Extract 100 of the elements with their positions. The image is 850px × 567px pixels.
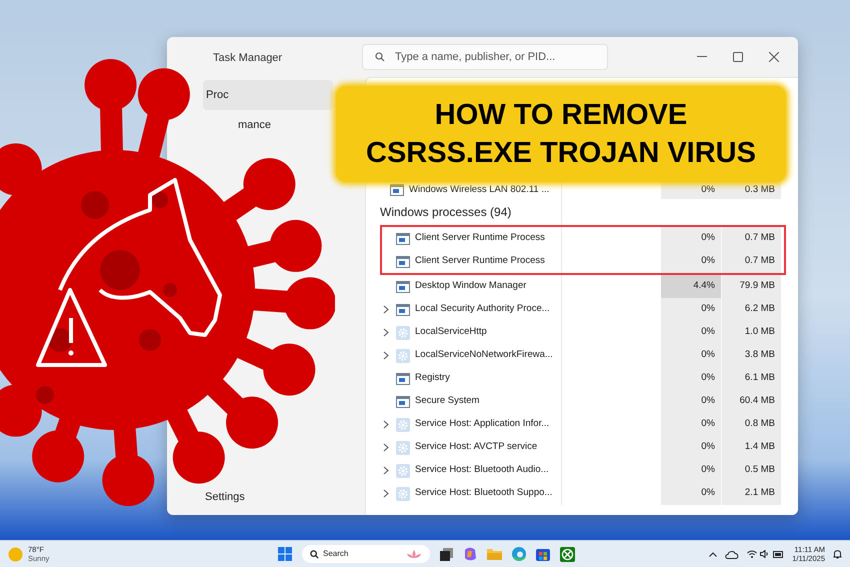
cpu-cell: 0%	[661, 181, 721, 199]
xbox-icon[interactable]	[560, 546, 575, 562]
battery-icon[interactable]	[773, 550, 784, 558]
process-name: Service Host: AVCTP service	[415, 440, 538, 454]
banner-heading: HOW TO REMOVE	[434, 98, 688, 133]
process-name: Secure System	[415, 394, 480, 408]
sidebar-item[interactable]: Proc	[203, 80, 333, 110]
process-row[interactable]: Registry 0% 6.1 MB	[366, 367, 798, 390]
chevron-right-icon[interactable]	[383, 328, 389, 337]
chevron-right-icon[interactable]	[383, 443, 389, 452]
window-app-icon	[396, 256, 410, 268]
cpu-cell: 4.4%	[661, 275, 721, 298]
cpu-cell: 0%	[661, 459, 721, 482]
process-row[interactable]: Client Server Runtime Process 0% 0.7 MB	[366, 250, 784, 273]
memory-cell: 0.7 MB	[721, 250, 781, 273]
process-row[interactable]: Service Host: Bluetooth Audio... 0% 0.5 MB	[366, 459, 798, 482]
process-row[interactable]: Secure System 0% 60.4 MB	[366, 390, 798, 413]
gear-icon	[396, 348, 410, 362]
minimize-icon	[697, 56, 707, 58]
taskbar-search-field[interactable]: Search	[302, 545, 430, 563]
process-row[interactable]: LocalServiceHttp 0% 1.0 MB	[366, 321, 798, 344]
window-title: Task Manager	[213, 52, 282, 64]
window-app-icon	[396, 280, 410, 292]
chevron-right-icon[interactable]	[383, 466, 389, 475]
process-name: Service Host: Bluetooth Audio...	[415, 463, 549, 478]
process-row[interactable]: Local Security Authority Proce... 0% 6.2 MB	[366, 298, 798, 321]
process-row[interactable]: Client Server Runtime Process 0% 0.7 MB	[366, 227, 784, 250]
search-label: Search	[323, 548, 350, 560]
window-app-icon	[396, 396, 410, 408]
lotus-icon	[406, 549, 422, 559]
search-icon	[310, 550, 319, 558]
window-app-icon	[396, 372, 410, 384]
bell-icon[interactable]	[833, 549, 842, 559]
windows-start-icon[interactable]	[278, 547, 292, 561]
window-app-icon	[396, 232, 410, 244]
search-field[interactable]: Type a name, publisher, or PID...	[362, 44, 608, 70]
process-name: Service Host: Application Infor...	[415, 417, 550, 432]
chevron-right-icon[interactable]	[383, 305, 389, 314]
search-icon	[375, 52, 385, 62]
process-name: Client Server Runtime Process	[415, 231, 545, 246]
store-icon[interactable]	[536, 547, 550, 561]
gear-icon	[396, 326, 410, 340]
banner-heading: CSRSS.EXE TROJAN VIRUS	[366, 136, 756, 171]
cpu-cell: 0%	[661, 482, 721, 505]
process-name: Client Server Runtime Process	[415, 254, 545, 268]
chevron-right-icon[interactable]	[383, 489, 389, 498]
process-name: LocalServiceNoNetworkFirewa...	[415, 348, 553, 362]
memory-cell: 1.4 MB	[721, 436, 781, 459]
cloud-icon[interactable]	[725, 550, 740, 558]
memory-cell: 6.2 MB	[721, 298, 781, 321]
process-name: Local Security Authority Proce...	[415, 302, 550, 316]
memory-cell: 1.0 MB	[721, 321, 781, 344]
cpu-cell: 0%	[661, 367, 721, 390]
speaker-icon[interactable]	[760, 550, 770, 558]
memory-cell: 60.4 MB	[721, 390, 781, 413]
cpu-cell: 0%	[661, 436, 721, 459]
settings-label[interactable]: Settings	[167, 488, 365, 515]
process-row[interactable]: Service Host: Bluetooth Suppo... 0% 2.1 MB	[366, 482, 798, 505]
copilot-icon[interactable]	[463, 547, 477, 561]
group-heading: Windows processes (94)	[380, 205, 512, 219]
process-name: Windows Wireless LAN 802.11 ...	[409, 182, 550, 197]
memory-cell: 3.8 MB	[721, 344, 781, 367]
window-app-icon	[396, 304, 410, 316]
cpu-cell: 0%	[661, 321, 721, 344]
close-icon	[769, 52, 779, 62]
cpu-cell: 0%	[661, 344, 721, 367]
cpu-cell: 0%	[661, 298, 721, 321]
gear-icon	[396, 486, 410, 500]
chevron-right-icon[interactable]	[383, 351, 389, 360]
process-row[interactable]: Desktop Window Manager 4.4% 79.9 MB	[366, 275, 798, 298]
chevron-up-icon[interactable]	[709, 552, 718, 556]
browser-icon[interactable]	[512, 547, 526, 561]
process-name: LocalServiceHttp	[415, 325, 487, 340]
chevron-right-icon[interactable]	[383, 420, 389, 429]
process-name: Desktop Window Manager	[415, 279, 526, 294]
gear-icon	[396, 418, 410, 432]
task-view-icon[interactable]	[440, 548, 453, 560]
memory-cell: 79.9 MB	[721, 275, 781, 298]
memory-cell: 0.7 MB	[721, 227, 781, 250]
process-name: Service Host: Bluetooth Suppo...	[415, 486, 552, 500]
process-name: Registry	[415, 371, 450, 386]
memory-cell: 0.3 MB	[721, 181, 781, 199]
sidebar-item[interactable]: mance	[235, 110, 333, 140]
memory-cell: 0.5 MB	[721, 459, 781, 482]
process-row[interactable]: Service Host: AVCTP service 0% 1.4 MB	[366, 436, 798, 459]
cpu-cell: 0%	[661, 390, 721, 413]
gear-icon	[396, 440, 410, 454]
memory-cell: 0.8 MB	[721, 413, 781, 436]
maximize-icon	[733, 52, 743, 62]
memory-cell: 6.1 MB	[721, 367, 781, 390]
cpu-cell: 0%	[661, 413, 721, 436]
process-row[interactable]: Service Host: Application Infor... 0% 0.8 MB	[366, 413, 798, 436]
cpu-cell: 0%	[661, 227, 721, 250]
wifi-icon[interactable]	[747, 550, 758, 558]
process-row[interactable]: LocalServiceNoNetworkFirewa... 0% 3.8 MB	[366, 344, 798, 367]
memory-cell: 2.1 MB	[721, 482, 781, 505]
gear-icon	[396, 464, 410, 478]
cpu-cell: 0%	[661, 250, 721, 273]
search-input[interactable]: Type a name, publisher, or PID...	[395, 48, 595, 66]
window-app-icon	[390, 184, 404, 196]
